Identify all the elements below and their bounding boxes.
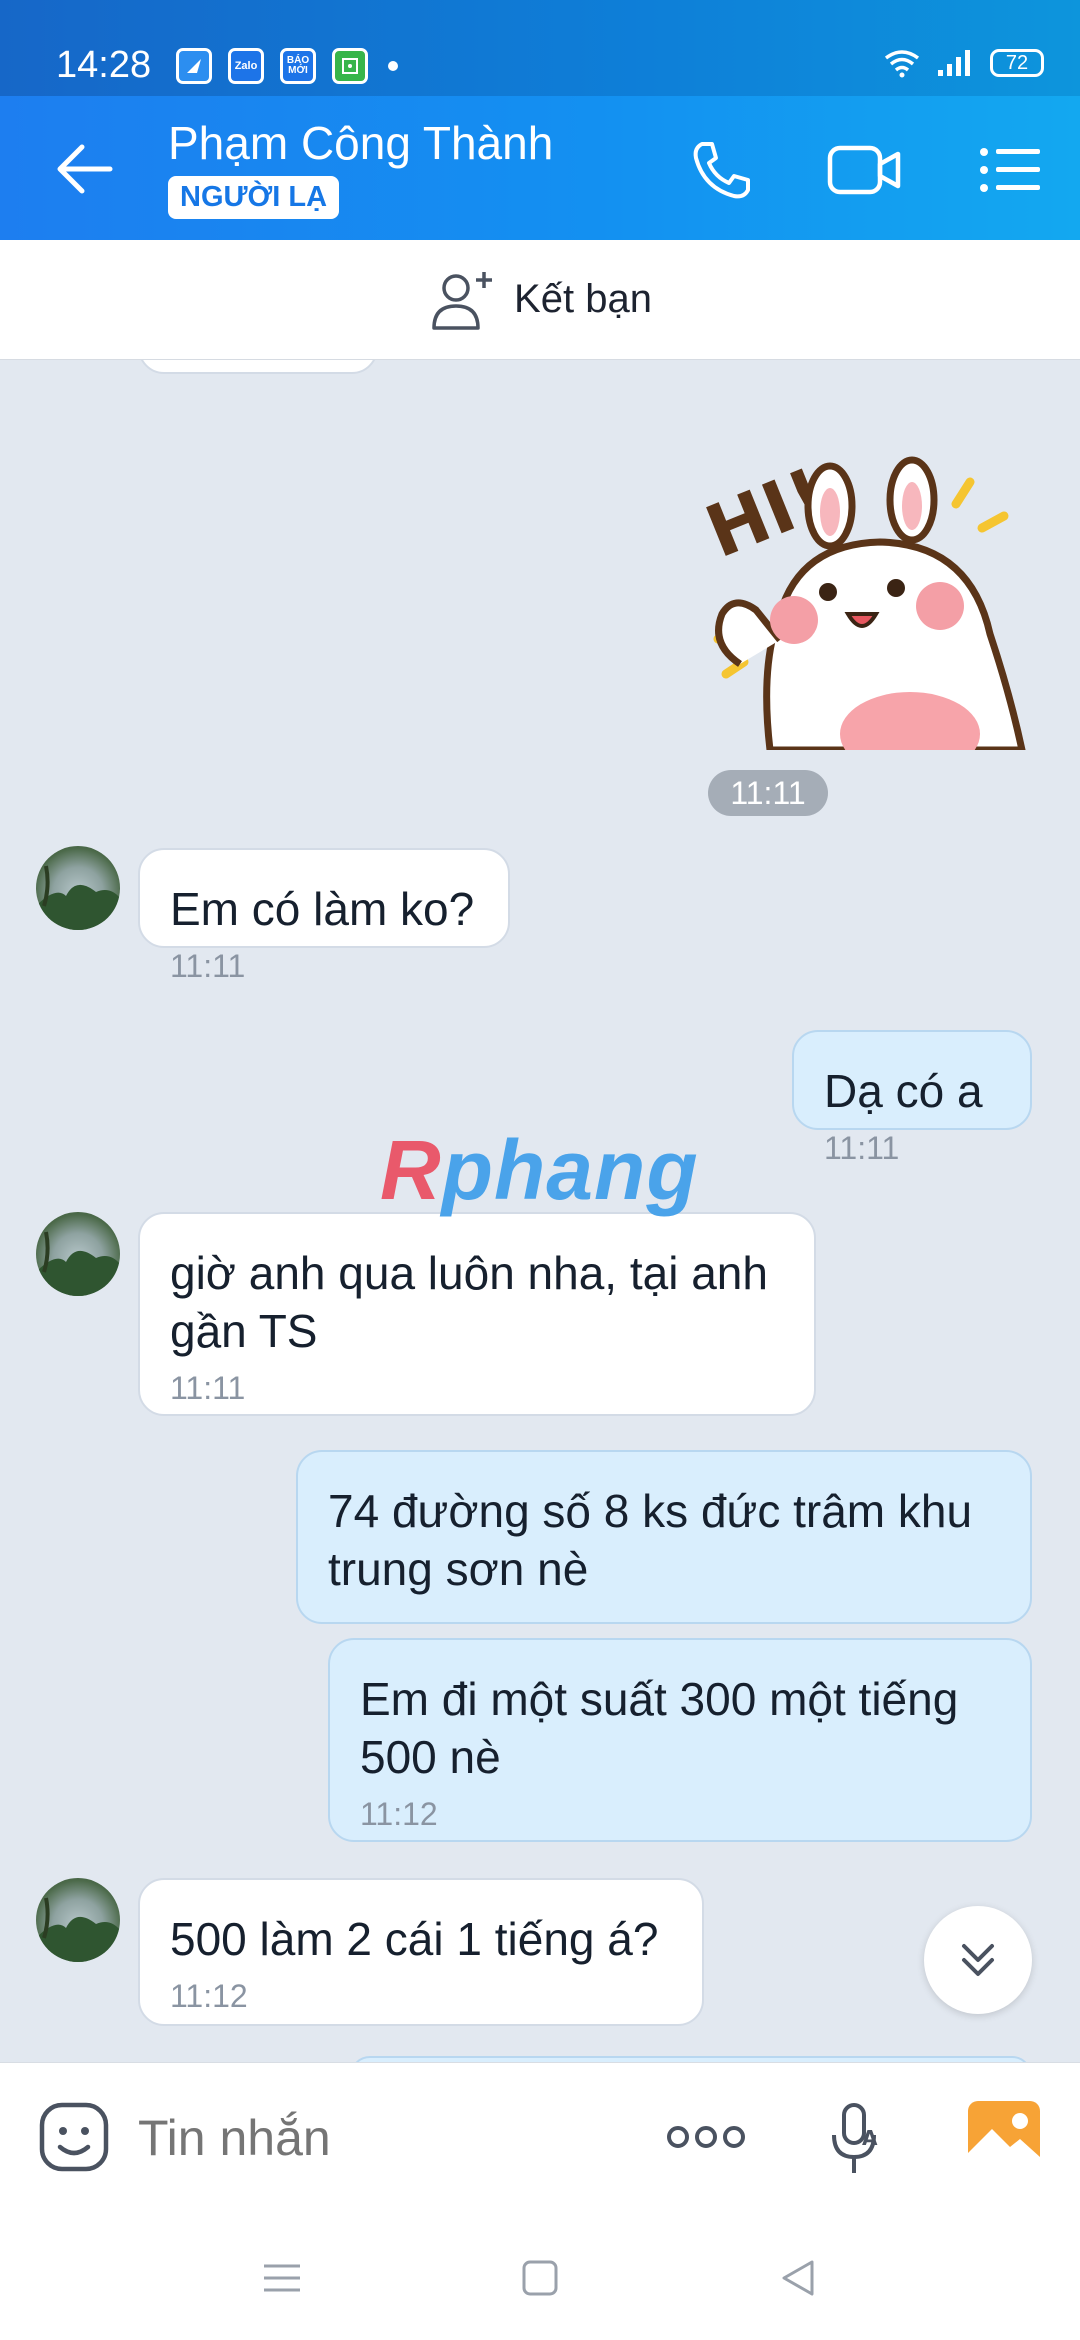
message-bubble-incoming[interactable]: giờ anh qua luôn nha, tại anh gần TS 11:… bbox=[138, 1212, 816, 1416]
add-friend-bar[interactable]: Kết bạn bbox=[0, 240, 1080, 360]
message-text: Em có làm ko? bbox=[170, 883, 475, 935]
stranger-badge: NGƯỜI LẠ bbox=[168, 176, 340, 219]
message-text: giờ anh qua luôn nha, tại anh gần TS bbox=[170, 1247, 768, 1357]
add-friend-label: Kết bạn bbox=[514, 277, 652, 321]
watermark-logo: Rphang bbox=[380, 1123, 699, 1217]
recents-menu-icon[interactable] bbox=[260, 2256, 304, 2300]
message-time: 11:12 bbox=[170, 1978, 248, 2014]
home-square-icon[interactable] bbox=[518, 2256, 562, 2300]
message-bubble-outgoing[interactable]: Dạ có a 11:11 bbox=[792, 1030, 1032, 1166]
status-time: 14:28 bbox=[56, 44, 152, 86]
signal-icon bbox=[938, 50, 970, 76]
chat-header: Phạm Công Thành NGƯỜI LẠ bbox=[0, 96, 1080, 240]
message-bubble-outgoing[interactable]: 74 đường số 8 ks đức trâm khu trung sơn … bbox=[296, 1450, 1032, 1624]
message-bubble-incoming[interactable]: 500 làm 2 cái 1 tiếng á? 11:12 bbox=[138, 1878, 704, 2026]
message-time: 11:11 bbox=[824, 1130, 900, 1166]
message-bubble-partial bbox=[138, 360, 378, 374]
status-bar: 14:28 Zalo BÁO MỚI 72 bbox=[0, 0, 1080, 96]
back-triangle-icon[interactable] bbox=[776, 2256, 820, 2300]
scroll-to-bottom-button[interactable] bbox=[924, 1906, 1032, 2014]
menu-list-icon[interactable] bbox=[972, 132, 1048, 208]
message-text: Em đi một suất 300 một tiếng 500 nè bbox=[360, 1673, 959, 1783]
add-friend-icon bbox=[432, 271, 493, 330]
status-indicators: 72 bbox=[882, 48, 1044, 78]
system-navigation-bar bbox=[0, 2212, 1080, 2340]
contact-avatar[interactable] bbox=[36, 1878, 120, 1962]
svg-text:A: A bbox=[862, 2126, 878, 2150]
more-options-icon[interactable] bbox=[664, 2117, 748, 2157]
phone-call-icon[interactable] bbox=[684, 132, 760, 208]
photo-gallery-icon[interactable] bbox=[966, 2099, 1042, 2171]
video-call-icon[interactable] bbox=[826, 132, 902, 208]
contact-avatar[interactable] bbox=[36, 1212, 120, 1296]
message-composer: A bbox=[0, 2062, 1080, 2212]
zalo-app-icon: Zalo bbox=[228, 48, 264, 84]
voice-to-text-mic-icon[interactable]: A bbox=[826, 2099, 886, 2179]
message-text: 500 làm 2 cái 1 tiếng á? bbox=[170, 1913, 659, 1965]
contact-avatar[interactable] bbox=[36, 846, 120, 930]
sticker-time-pill: 11:11 bbox=[708, 770, 828, 816]
message-time: 11:11 bbox=[170, 1370, 246, 1406]
contact-name[interactable]: Phạm Công Thành bbox=[168, 116, 553, 170]
message-time: 11:12 bbox=[360, 1796, 438, 1832]
message-input[interactable] bbox=[138, 2109, 538, 2167]
message-text: Dạ có a bbox=[824, 1065, 983, 1117]
double-chevron-down-icon bbox=[962, 1944, 994, 1976]
message-bubble-incoming[interactable]: Em có làm ko? 11:11 bbox=[138, 848, 510, 984]
browser-app-icon bbox=[176, 48, 212, 84]
hi-bunny-sticker[interactable]: HI! bbox=[700, 434, 1040, 750]
battery-indicator: 72 bbox=[990, 49, 1044, 77]
message-time: 11:11 bbox=[170, 948, 246, 984]
chplay-app-icon bbox=[332, 48, 368, 84]
baomoi-app-icon: BÁO MỚI bbox=[280, 48, 316, 84]
emoji-sticker-icon[interactable] bbox=[36, 2099, 112, 2175]
wifi-icon bbox=[884, 50, 920, 78]
notification-dot bbox=[388, 61, 398, 71]
message-text: 74 đường số 8 ks đức trâm khu trung sơn … bbox=[328, 1485, 973, 1595]
message-bubble-outgoing[interactable]: Em đi một suất 300 một tiếng 500 nè 11:1… bbox=[328, 1638, 1032, 1842]
back-arrow-icon[interactable] bbox=[50, 134, 120, 204]
